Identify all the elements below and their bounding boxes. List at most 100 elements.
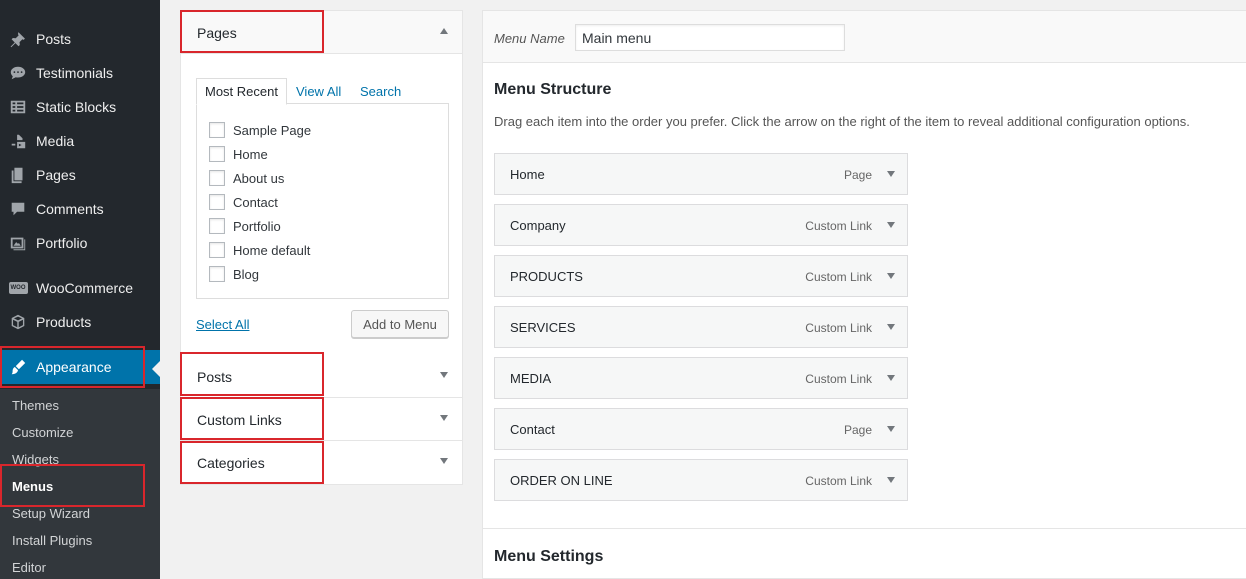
menu-item-type: Page (843, 423, 872, 437)
custom-links-section-header[interactable]: Custom Links (181, 398, 462, 441)
box-icon (8, 312, 28, 332)
expand-arrow-icon[interactable] (887, 171, 895, 177)
expand-arrow-icon[interactable] (440, 458, 448, 464)
page-option[interactable]: Home default (209, 242, 310, 258)
page-option[interactable]: Sample Page (209, 122, 311, 138)
pin-icon (8, 29, 28, 49)
page-label: Home default (233, 242, 311, 258)
menu-item-type: Custom Link (805, 219, 872, 233)
menu-name-input[interactable] (575, 24, 845, 51)
checkbox[interactable] (209, 122, 225, 138)
sidebar-item-testimonials[interactable]: Testimonials (0, 56, 160, 90)
sidebar-item-label: Posts (36, 31, 72, 47)
menu-structure-title: Menu Structure (494, 81, 612, 98)
expand-arrow-icon[interactable] (887, 477, 895, 483)
submenu-themes[interactable]: Themes (12, 398, 59, 413)
sidebar-item-media[interactable]: Media (0, 124, 160, 158)
tab-most-recent[interactable]: Most Recent (196, 78, 287, 105)
menu-item[interactable]: MEDIA Custom Link (494, 357, 908, 399)
pages-checklist: Sample Page Home About us Contact Portfo… (196, 103, 449, 299)
section-title: Pages (197, 25, 237, 41)
active-indicator (152, 361, 160, 377)
media-icon (8, 131, 28, 151)
page-option[interactable]: Blog (209, 266, 259, 282)
submenu-customize[interactable]: Customize (12, 425, 73, 440)
page-option[interactable]: Home (209, 146, 268, 162)
submenu-install-plugins[interactable]: Install Plugins (12, 533, 92, 548)
menu-name-bar: Menu Name (483, 11, 1246, 63)
menu-item[interactable]: Contact Page (494, 408, 908, 450)
page-option[interactable]: About us (209, 170, 284, 186)
tab-search[interactable]: Search (352, 78, 409, 104)
page-option[interactable]: Contact (209, 194, 278, 210)
woo-icon: WOO (8, 278, 28, 298)
sidebar-item-posts[interactable]: Posts (0, 22, 160, 56)
menu-name-label: Menu Name (494, 31, 565, 46)
sidebar-item-products[interactable]: Products (0, 305, 160, 339)
portfolio-icon (8, 233, 28, 253)
page-label: Home (233, 146, 268, 162)
page-label: Portfolio (233, 218, 281, 234)
page-label: Blog (233, 266, 260, 282)
expand-arrow-icon[interactable] (887, 273, 895, 279)
sidebar-item-label: Comments (36, 201, 104, 217)
sidebar-item-label: Appearance (36, 359, 112, 375)
menu-item-title: Home (510, 167, 545, 182)
menu-editor: Menu Name Menu Structure Drag each item … (482, 10, 1246, 579)
comment-icon (8, 199, 28, 219)
expand-arrow-icon[interactable] (887, 375, 895, 381)
submenu-menus[interactable]: Menus (12, 479, 53, 494)
pages-section-header[interactable]: Pages (181, 11, 462, 54)
menu-item-type: Custom Link (805, 321, 872, 335)
tab-view-all[interactable]: View All (288, 78, 349, 104)
admin-sidebar: Posts Testimonials Static Blocks Media P… (0, 0, 160, 579)
menu-instructions: Drag each item into the order you prefer… (494, 114, 1190, 129)
menu-item-type: Custom Link (805, 270, 872, 284)
submenu-editor[interactable]: Editor (12, 560, 46, 575)
sidebar-item-pages[interactable]: Pages (0, 158, 160, 192)
categories-section-header[interactable]: Categories (181, 441, 462, 484)
menu-item[interactable]: Company Custom Link (494, 204, 908, 246)
section-title: Categories (197, 455, 265, 471)
sidebar-item-portfolio[interactable]: Portfolio (0, 226, 160, 260)
checkbox[interactable] (209, 194, 225, 210)
select-all-link[interactable]: Select All (196, 317, 249, 332)
menu-item-title: MEDIA (510, 371, 552, 386)
checkbox[interactable] (209, 170, 225, 186)
sidebar-item-label: Media (36, 133, 75, 149)
sidebar-item-woocommerce[interactable]: WOO WooCommerce (0, 271, 160, 305)
add-to-menu-button[interactable]: Add to Menu (351, 310, 449, 338)
checkbox[interactable] (209, 242, 225, 258)
checkbox[interactable] (209, 146, 225, 162)
submenu-setup-wizard[interactable]: Setup Wizard (12, 506, 90, 521)
sidebar-item-comments[interactable]: Comments (0, 192, 160, 226)
submenu-widgets[interactable]: Widgets (12, 452, 59, 467)
page-option[interactable]: Portfolio (209, 218, 281, 234)
menu-item[interactable]: ORDER ON LINE Custom Link (494, 459, 908, 501)
expand-arrow-icon[interactable] (440, 372, 448, 378)
checkbox[interactable] (209, 266, 225, 282)
menu-item-title: ORDER ON LINE (510, 473, 613, 488)
divider (483, 528, 1246, 529)
expand-arrow-icon[interactable] (440, 415, 448, 421)
appearance-submenu: Themes Customize Widgets Menus Setup Wiz… (0, 389, 160, 579)
collapse-arrow-icon[interactable] (440, 28, 448, 34)
paintbrush-icon (8, 357, 28, 377)
sidebar-item-appearance[interactable]: Appearance (0, 350, 160, 384)
expand-arrow-icon[interactable] (887, 324, 895, 330)
sidebar-item-label: Static Blocks (36, 99, 117, 115)
posts-section-header[interactable]: Posts (181, 355, 462, 398)
expand-arrow-icon[interactable] (887, 222, 895, 228)
expand-arrow-icon[interactable] (887, 426, 895, 432)
menu-item-title: Company (510, 218, 566, 233)
speech-bubble-icon (8, 63, 28, 83)
menu-item-title: PRODUCTS (510, 269, 583, 284)
checkbox[interactable] (209, 218, 225, 234)
menu-item-title: SERVICES (510, 320, 576, 335)
sidebar-item-label: Testimonials (36, 65, 114, 81)
woo-badge: WOO (8, 282, 28, 294)
sidebar-item-static-blocks[interactable]: Static Blocks (0, 90, 160, 124)
menu-item[interactable]: SERVICES Custom Link (494, 306, 908, 348)
menu-item[interactable]: PRODUCTS Custom Link (494, 255, 908, 297)
menu-item[interactable]: Home Page (494, 153, 908, 195)
